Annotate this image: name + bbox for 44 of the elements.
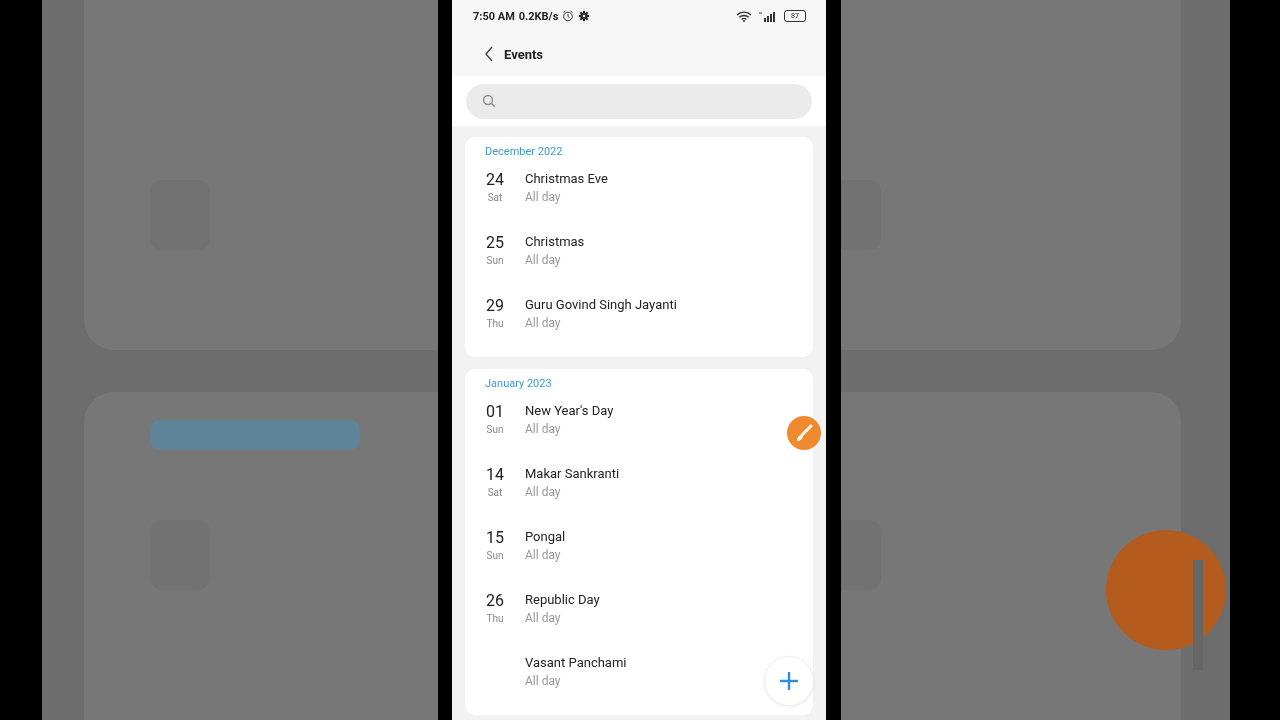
- settings-icon: [578, 10, 591, 22]
- event-time: All day: [525, 189, 561, 206]
- event-name[interactable]: Pongal: [525, 528, 566, 546]
- weekday: Thu: [486, 317, 504, 331]
- date-number: 14: [486, 465, 504, 485]
- plus-icon: [779, 671, 799, 691]
- weekday: Sun: [486, 254, 504, 268]
- event-name[interactable]: Makar Sankranti: [525, 465, 620, 483]
- weekday: Sun: [486, 423, 504, 437]
- back-icon[interactable]: [484, 46, 494, 62]
- clock-time: 7:50 AM: [473, 9, 515, 23]
- signal-icon: [756, 10, 776, 22]
- event-name[interactable]: Christmas: [525, 233, 585, 251]
- date-number: 26: [486, 591, 504, 611]
- event-time: All day: [525, 421, 561, 438]
- section-title: January 2023: [485, 376, 552, 392]
- event-name[interactable]: Guru Govind Singh Jayanti: [525, 296, 677, 314]
- screen-title: Events: [504, 46, 544, 62]
- event-name[interactable]: New Year's Day: [525, 402, 614, 420]
- event-name[interactable]: Republic Day: [525, 591, 600, 609]
- network-speed: 0.2KB/s: [518, 9, 559, 23]
- alarm-icon: [562, 10, 575, 22]
- event-time: All day: [525, 315, 561, 332]
- search-field[interactable]: [466, 83, 812, 119]
- event-time: All day: [525, 610, 561, 627]
- date-number: 01: [486, 402, 504, 422]
- weekday: Sun: [486, 549, 504, 563]
- date-number: 24: [486, 170, 504, 190]
- wifi-icon: [736, 10, 752, 22]
- event-time: All day: [525, 252, 561, 269]
- event-time: All day: [525, 484, 561, 501]
- event-name[interactable]: Christmas Eve: [525, 170, 608, 188]
- date-number: 15: [486, 528, 504, 548]
- event-time: All day: [525, 547, 561, 564]
- weekday: Sat: [487, 191, 503, 205]
- brush-icon[interactable]: [787, 416, 821, 450]
- event-time: All day: [525, 673, 561, 690]
- section-title: December 2022: [485, 144, 563, 160]
- event-name[interactable]: Vasant Panchami: [525, 654, 627, 672]
- weekday: Thu: [486, 612, 504, 626]
- weekday: Sat: [487, 486, 503, 500]
- date-number: 29: [486, 296, 504, 316]
- date-number: 25: [486, 233, 504, 253]
- search-icon: [482, 94, 496, 108]
